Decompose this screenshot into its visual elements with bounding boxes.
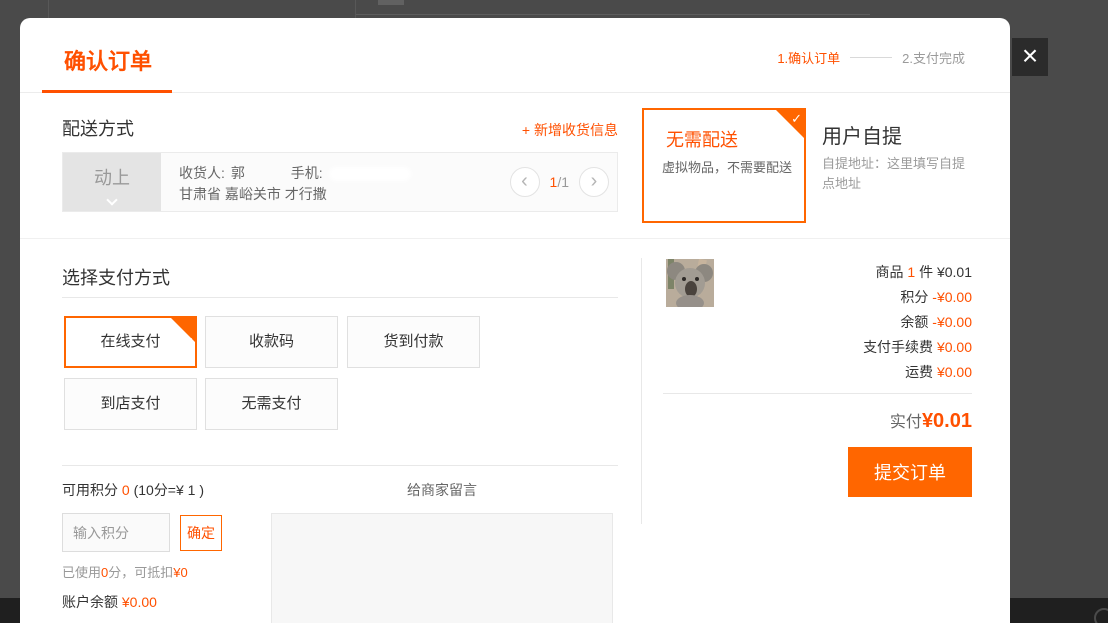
points-used-line: 已使用0分，可抵扣¥0 — [62, 562, 188, 581]
payment-section-title: 选择支付方式 — [62, 264, 170, 290]
merchant-message-textarea[interactable] — [271, 513, 613, 623]
summary-row: 余额 -¥0.00 — [660, 310, 972, 335]
step-payment-complete: 2.支付完成 — [902, 48, 965, 67]
account-balance-line: 账户余额 ¥0.00 — [62, 592, 157, 612]
used-deduct: ¥0 — [173, 565, 187, 580]
total-payable: 实付¥0.01 — [890, 408, 972, 433]
page-total: 1 — [561, 174, 569, 190]
payment-method-label: 到店支付 — [100, 395, 160, 412]
delivery-option-desc: 自提地址：这里填写自提点地址 — [822, 154, 972, 194]
address-pagination: ‹ 1/1 › — [510, 167, 609, 197]
delivery-option-title: 用户自提 — [822, 120, 902, 149]
order-summary: 商品 1 件 ¥0.01 积分 -¥0.00 余额 -¥0.00 支付手续费 ¥… — [660, 260, 972, 385]
summary-row-product: 商品 1 件 ¥0.01 — [660, 260, 972, 285]
payment-method-label: 收款码 — [249, 333, 294, 350]
summary-row: 运费 ¥0.00 — [660, 360, 972, 385]
row-label: 积分 — [900, 289, 928, 305]
used-mid: 分，可抵扣 — [108, 565, 173, 580]
chevron-down-icon — [106, 194, 117, 205]
background-divider — [48, 0, 49, 18]
summary-row: 支付手续费 ¥0.00 — [660, 335, 972, 360]
points-label: 可用积分 — [62, 482, 118, 498]
address-line: 甘肃省 嘉峪关市 才行撒 — [179, 184, 417, 205]
payment-method-label: 无需支付 — [241, 395, 301, 412]
payment-method-label: 在线支付 — [100, 333, 160, 350]
row-qty: 1 — [907, 264, 915, 280]
points-value: 0 — [122, 482, 130, 498]
row-amount: -¥0.00 — [932, 289, 972, 305]
close-icon[interactable]: × — [1012, 38, 1048, 76]
points-confirm-button[interactable]: 确定 — [180, 515, 222, 551]
available-points-line: 可用积分 0 (10分=¥ 1 ) — [62, 480, 204, 500]
page-title: 确认订单 — [64, 44, 152, 76]
address-tag-label: 动上 — [94, 168, 130, 188]
points-section-divider — [62, 465, 618, 466]
phone-label: 手机: — [291, 165, 323, 181]
row-label: 余额 — [900, 314, 928, 330]
selected-check-icon: ✓ — [170, 317, 196, 343]
step-confirm-order: 1.确认订单 — [777, 48, 840, 67]
payment-method-in-store[interactable]: 到店支付 — [64, 378, 197, 430]
submit-order-button[interactable]: 提交订单 — [848, 447, 972, 497]
payment-method-online[interactable]: 在线支付 ✓ — [64, 316, 197, 368]
column-divider — [641, 258, 642, 524]
summary-row: 积分 -¥0.00 — [660, 285, 972, 310]
delivery-option-title: 无需配送 — [666, 126, 738, 152]
row-amount: -¥0.00 — [932, 314, 972, 330]
receiver-label: 收货人: — [179, 165, 225, 181]
payment-method-qr-code[interactable]: 收款码 — [205, 316, 338, 368]
next-address-button[interactable]: › — [579, 167, 609, 197]
row-amount: ¥0.00 — [937, 364, 972, 380]
address-tag: 动上 — [63, 153, 161, 211]
total-label: 实付 — [890, 414, 922, 431]
row-amount: ¥0.00 — [937, 339, 972, 355]
prev-address-button[interactable]: ‹ — [510, 167, 540, 197]
check-icon: ✓ — [791, 111, 802, 127]
payment-method-label: 货到付款 — [383, 333, 443, 350]
row-amount: ¥0.01 — [937, 264, 972, 280]
selected-check-icon: ✓ — [775, 109, 805, 139]
receiver-name: 郭 — [231, 165, 245, 181]
row-label: 支付手续费 — [863, 339, 933, 355]
delivery-option-self-pickup[interactable]: 用户自提 自提地址：这里填写自提点地址 — [822, 108, 988, 223]
delivery-option-no-shipping[interactable]: 无需配送 虚拟物品，不需要配送 ✓ — [642, 108, 806, 223]
address-card[interactable]: 动上 收货人: 郭 手机: 甘肃省 嘉峪关市 才行撒 ‹ 1/1 › — [62, 152, 618, 212]
summary-divider — [663, 393, 972, 394]
phone-number-redacted — [329, 167, 411, 181]
active-tab-underline — [42, 90, 172, 93]
payment-method-cod[interactable]: 货到付款 — [347, 316, 480, 368]
add-address-link[interactable]: + 新增收货信息 — [522, 120, 618, 140]
merchant-message-label: 给商家留言 — [271, 480, 613, 500]
address-page-count: 1/1 — [550, 174, 569, 190]
points-input[interactable] — [62, 513, 170, 552]
delivery-option-desc: 虚拟物品，不需要配送 — [662, 158, 792, 178]
balance-label: 账户余额 — [62, 594, 118, 610]
used-prefix: 已使用 — [62, 565, 101, 580]
confirm-order-modal: 确认订单 1.确认订单 2.支付完成 配送方式 + 新增收货信息 动上 收货人:… — [20, 18, 1010, 623]
row-unit: 件 — [919, 264, 933, 280]
checkout-steps: 1.确认订单 2.支付完成 — [777, 48, 965, 67]
address-info: 收货人: 郭 手机: 甘肃省 嘉峪关市 才行撒 — [161, 153, 417, 211]
payment-method-none[interactable]: 无需支付 — [205, 378, 338, 430]
row-label: 商品 — [875, 264, 903, 280]
step-separator — [850, 57, 892, 58]
check-icon: ✓ — [185, 318, 194, 366]
payment-title-divider — [62, 297, 618, 298]
delivery-section-title: 配送方式 — [62, 115, 134, 141]
points-rate: (10分=¥ 1 ) — [134, 482, 204, 498]
total-amount: ¥0.01 — [922, 410, 972, 432]
background-widget — [1094, 608, 1108, 623]
row-label: 运费 — [905, 364, 933, 380]
background-divider — [355, 0, 356, 18]
balance-value: ¥0.00 — [122, 594, 157, 610]
background-divider — [356, 14, 870, 15]
background-glyph — [378, 0, 404, 5]
section-divider — [20, 238, 1010, 239]
